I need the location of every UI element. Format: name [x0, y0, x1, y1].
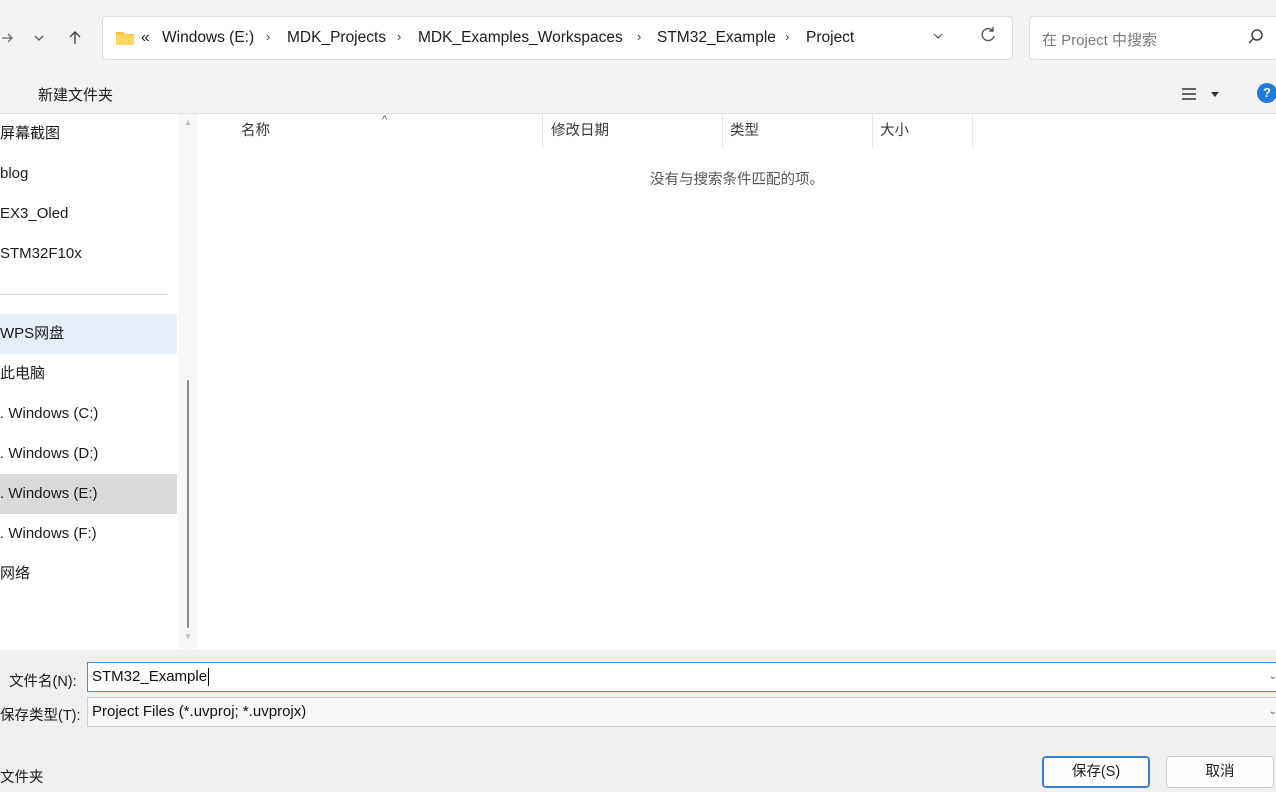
breadcrumb-chevron-icon[interactable]: ›	[785, 29, 789, 44]
scroll-up-icon[interactable]: ▲	[184, 118, 192, 127]
up-arrow-icon[interactable]	[62, 24, 88, 52]
sidebar-item-label: Windows (D:)	[8, 445, 99, 462]
column-header-size[interactable]: 大小	[880, 114, 909, 148]
filename-value: STM32_Example	[92, 668, 208, 685]
help-icon[interactable]: ?	[1257, 83, 1276, 103]
sidebar-divider	[0, 294, 167, 295]
sidebar-item-drive-c[interactable]: . Windows (C:)	[0, 394, 177, 434]
cancel-button[interactable]: 取消	[1166, 756, 1274, 788]
empty-list-message: 没有与搜索条件匹配的项。	[650, 172, 824, 188]
search-input[interactable]: 在 Project 中搜索	[1029, 16, 1276, 60]
save-form: 文件名(N): STM32_Example ⌄ 保存类型(T): Project…	[0, 650, 1276, 792]
filename-dropdown-icon[interactable]: ⌄	[1269, 663, 1276, 691]
sidebar-item-drive-d[interactable]: . Windows (D:)	[0, 434, 177, 474]
filetype-label: 保存类型(T):	[0, 708, 81, 724]
scrollbar-thumb[interactable]	[187, 380, 189, 628]
sidebar-item-screenshots[interactable]: 屏幕截图	[0, 114, 177, 154]
sidebar-item-label: Windows (E:)	[8, 485, 98, 502]
breadcrumb-chevron-icon[interactable]: ›	[266, 29, 270, 44]
breadcrumb-item[interactable]: MDK_Examples_Workspaces	[418, 29, 623, 47]
breadcrumb-item[interactable]: Windows (E:)	[162, 29, 254, 47]
refresh-icon[interactable]	[979, 26, 997, 49]
sidebar-item-stm32f10x[interactable]: STM32F10x	[0, 234, 177, 274]
sidebar-item-label: Windows (C:)	[8, 405, 99, 422]
column-divider[interactable]	[722, 114, 723, 148]
sort-ascending-icon: ^	[382, 114, 388, 126]
column-divider[interactable]	[872, 114, 873, 148]
column-header-type[interactable]: 类型	[730, 114, 759, 148]
folder-icon	[116, 32, 134, 45]
column-header-date[interactable]: 修改日期	[551, 114, 609, 148]
column-divider[interactable]	[972, 114, 973, 148]
filetype-dropdown-icon[interactable]: ⌄	[1269, 698, 1276, 726]
filename-label: 文件名(N):	[9, 674, 77, 690]
view-options-icon[interactable]	[1180, 84, 1220, 104]
address-bar[interactable]: « Windows (E:) › MDK_Projects › MDK_Exam…	[102, 16, 1013, 60]
hide-folders-toggle[interactable]: 文件夹	[0, 766, 44, 787]
breadcrumb-item[interactable]: MDK_Projects	[287, 29, 386, 47]
address-history-dropdown-icon[interactable]	[932, 30, 944, 45]
column-header-name[interactable]: 名称	[241, 114, 270, 148]
column-divider[interactable]	[542, 114, 543, 148]
recent-locations-icon[interactable]	[26, 24, 52, 52]
sidebar-item-network[interactable]: 网络	[0, 554, 177, 594]
address-row: « Windows (E:) › MDK_Projects › MDK_Exam…	[0, 0, 1276, 74]
search-icon[interactable]	[1246, 27, 1266, 47]
scroll-down-icon[interactable]: ▼	[184, 632, 192, 641]
sidebar-item-label: Windows (F:)	[8, 525, 97, 542]
sidebar-item-wps-drive[interactable]: WPS网盘	[0, 314, 177, 354]
sidebar-scrollbar[interactable]: ▲ ▼	[178, 114, 198, 650]
sidebar-item-blog[interactable]: blog	[0, 154, 177, 194]
breadcrumb-chevron-icon[interactable]: ›	[637, 29, 641, 44]
save-button[interactable]: 保存(S)	[1042, 756, 1150, 788]
filetype-value: Project Files (*.uvproj; *.uvprojx)	[92, 703, 307, 720]
filetype-select[interactable]: Project Files (*.uvproj; *.uvprojx) ⌄	[87, 697, 1276, 727]
navigation-pane: 屏幕截图 blog EX3_Oled STM32F10x WPS网盘 此电脑 .…	[0, 114, 178, 650]
file-list[interactable]: 名称 ^ 修改日期 类型 大小 没有与搜索条件匹配的项。	[198, 114, 1276, 650]
search-placeholder: 在 Project 中搜索	[1042, 32, 1158, 49]
breadcrumb-item[interactable]: STM32_Example	[657, 29, 776, 47]
forward-icon[interactable]	[0, 24, 20, 52]
sidebar-item-this-pc[interactable]: 此电脑	[0, 354, 177, 394]
command-toolbar: 新建文件夹 ?	[0, 74, 1276, 114]
breadcrumb-item[interactable]: Project	[806, 29, 854, 47]
breadcrumb-chevron-icon[interactable]: ›	[397, 29, 401, 44]
sidebar-item-drive-f[interactable]: . Windows (F:)	[0, 514, 177, 554]
new-folder-button[interactable]: 新建文件夹	[38, 84, 113, 105]
sidebar-item-drive-e[interactable]: . Windows (E:)	[0, 474, 177, 514]
filename-field[interactable]: STM32_Example ⌄	[87, 662, 1276, 692]
breadcrumb-overflow[interactable]: «	[141, 29, 150, 47]
sidebar-item-ex3-oled[interactable]: EX3_Oled	[0, 194, 177, 234]
text-caret	[208, 668, 210, 687]
